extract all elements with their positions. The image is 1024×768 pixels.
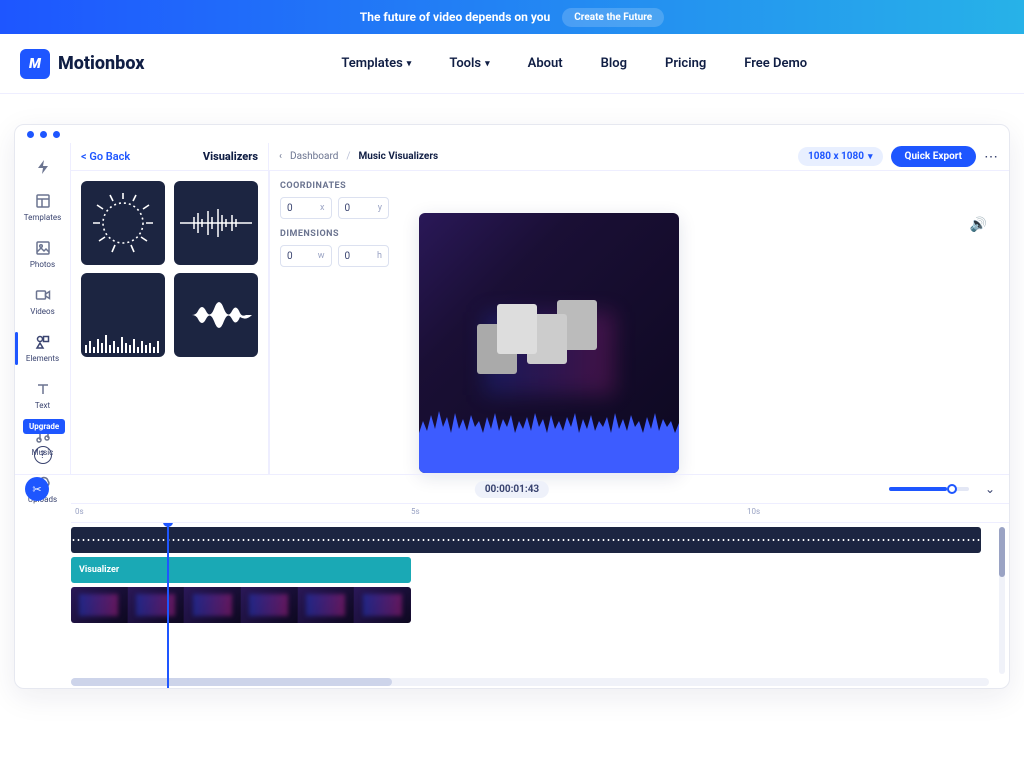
elements-icon xyxy=(35,334,51,350)
coordinates-label: COORDINATES xyxy=(280,181,389,191)
expand-timeline-icon[interactable]: ⌄ xyxy=(985,482,995,496)
nav-templates[interactable]: Templates▾ xyxy=(341,56,411,71)
window-dot-icon xyxy=(40,131,47,138)
breadcrumb-dashboard[interactable]: Dashboard xyxy=(290,151,338,162)
nav-pricing[interactable]: Pricing xyxy=(665,56,706,71)
visualizer-track[interactable]: Visualizer xyxy=(71,557,411,583)
panel-title: Visualizers xyxy=(203,150,258,163)
chevron-down-icon: ▾ xyxy=(868,152,873,162)
visualizer-circle[interactable] xyxy=(81,181,165,265)
window-dot-icon xyxy=(27,131,34,138)
horizontal-scrollbar[interactable] xyxy=(71,678,989,686)
visualizer-bars[interactable] xyxy=(81,273,165,357)
chevron-down-icon: ▾ xyxy=(485,59,490,69)
brand-logo[interactable]: M Motionbox xyxy=(20,49,145,79)
split-clip-button[interactable]: ✂ xyxy=(25,477,49,501)
text-icon xyxy=(35,381,51,397)
visualizer-waveform[interactable] xyxy=(174,181,258,265)
sidebar-spark[interactable] xyxy=(15,151,71,183)
canvas-preview[interactable] xyxy=(419,213,679,473)
videos-icon xyxy=(35,287,51,303)
zoom-slider[interactable] xyxy=(889,484,969,494)
promo-banner: The future of video depends on you Creat… xyxy=(0,0,1024,34)
breadcrumb-back-icon[interactable]: ‹ xyxy=(279,151,282,162)
banner-cta-button[interactable]: Create the Future xyxy=(562,8,664,27)
playhead[interactable] xyxy=(167,523,169,688)
video-track[interactable] xyxy=(71,587,411,623)
sidebar-videos[interactable]: Videos xyxy=(15,279,71,324)
photos-icon xyxy=(35,240,51,256)
breadcrumb-current: Music Visualizers xyxy=(359,151,439,162)
speaker-icon[interactable]: 🔊 xyxy=(970,217,987,233)
nav-about[interactable]: About xyxy=(528,56,563,71)
more-menu-icon[interactable]: ⋯ xyxy=(984,149,999,165)
w-input[interactable]: w xyxy=(280,245,332,267)
window-dot-icon xyxy=(53,131,60,138)
breadcrumb-separator: / xyxy=(346,151,350,162)
sidebar-elements[interactable]: Elements xyxy=(15,326,71,371)
go-back-link[interactable]: < Go Back xyxy=(81,150,130,163)
h-input[interactable]: h xyxy=(338,245,390,267)
chevron-down-icon: ▾ xyxy=(407,59,412,69)
banner-text: The future of video depends on you xyxy=(360,10,550,24)
editor-window: Templates Photos Videos Elements Text Mu… xyxy=(14,124,1010,689)
sidebar-photos[interactable]: Photos xyxy=(15,232,71,277)
spark-icon xyxy=(35,159,51,175)
visualizer-blob[interactable] xyxy=(174,273,258,357)
preview-wave-overlay xyxy=(419,403,679,473)
templates-icon xyxy=(35,193,51,209)
nav-demo[interactable]: Free Demo xyxy=(744,56,807,71)
time-ruler[interactable]: 0s 5s 10s xyxy=(71,503,1009,523)
y-input[interactable]: y xyxy=(338,197,390,219)
tool-sidebar: Templates Photos Videos Elements Text Mu… xyxy=(15,143,71,474)
nav-links: Templates▾ Tools▾ About Blog Pricing Fre… xyxy=(341,56,807,71)
upgrade-button[interactable]: Upgrade xyxy=(23,419,65,434)
brand-name: Motionbox xyxy=(58,53,145,74)
properties-panel: COORDINATES x y DIMENSIONS w h xyxy=(269,171,399,474)
nav-blog[interactable]: Blog xyxy=(601,56,627,71)
elements-panel: < Go Back Visualizers xyxy=(71,143,269,474)
timeline: ✂ 00:00:01:43 ⌄ 0s 5s 10s Visualizer xyxy=(15,474,1009,688)
canvas-area: ‹ Dashboard / Music Visualizers 1080 x 1… xyxy=(269,143,1009,474)
help-button[interactable]: ? xyxy=(34,446,52,464)
window-titlebar xyxy=(15,125,1009,143)
sidebar-text[interactable]: Text xyxy=(15,373,71,418)
sidebar-templates[interactable]: Templates xyxy=(15,185,71,230)
quick-export-button[interactable]: Quick Export xyxy=(891,146,976,167)
x-input[interactable]: x xyxy=(280,197,332,219)
resolution-dropdown[interactable]: 1080 x 1080▾ xyxy=(798,147,883,166)
vertical-scrollbar[interactable] xyxy=(999,527,1005,674)
timecode-display: 00:00:01:43 xyxy=(475,481,549,498)
nav-tools[interactable]: Tools▾ xyxy=(449,56,489,71)
site-navbar: M Motionbox Templates▾ Tools▾ About Blog… xyxy=(0,34,1024,94)
dimensions-label: DIMENSIONS xyxy=(280,229,389,239)
tracks-area: Visualizer xyxy=(71,523,1009,688)
audio-track[interactable] xyxy=(71,527,981,553)
logo-mark-icon: M xyxy=(20,49,50,79)
